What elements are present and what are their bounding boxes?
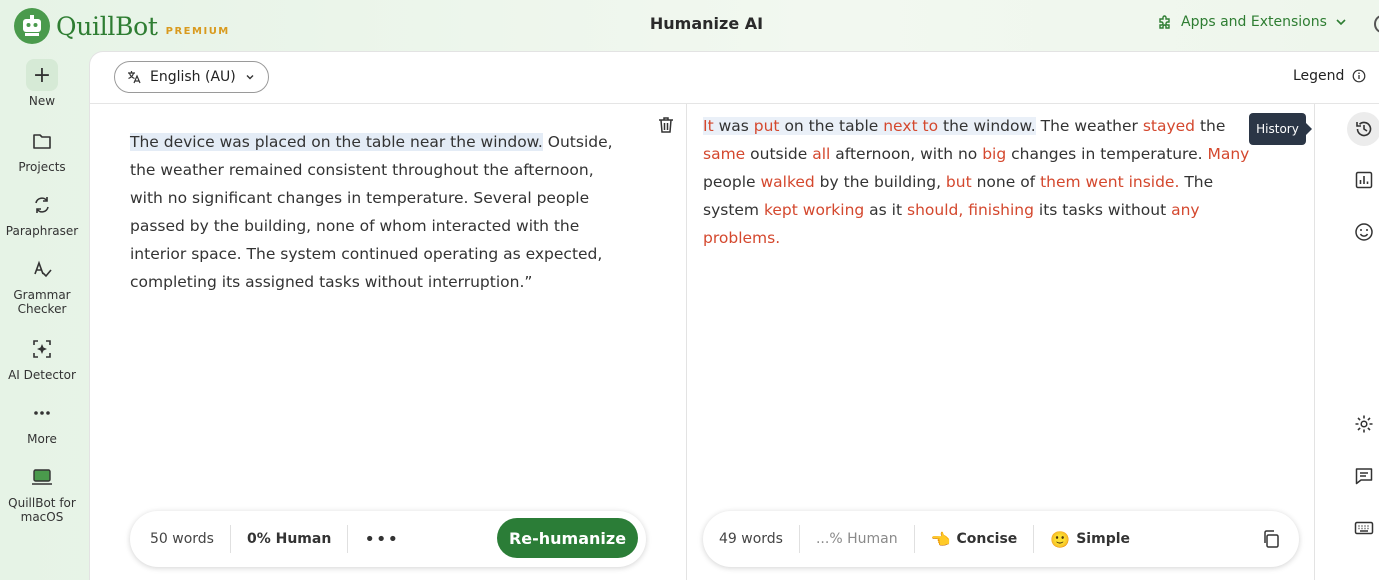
chart-icon	[1355, 171, 1373, 189]
concise-icon: 👈	[930, 529, 951, 549]
sidebar-item-label: QuillBot for macOS	[8, 496, 76, 524]
input-stats-bar: 50 words 0% Human ••• Re-humanize	[130, 511, 646, 567]
chevron-down-icon	[1336, 19, 1346, 26]
chevron-down-icon	[246, 75, 254, 80]
changed-word[interactable]: big	[982, 145, 1006, 163]
sidebar-item-paraphraser[interactable]: Paraphraser	[0, 190, 84, 238]
changed-word[interactable]: should, finishing	[907, 201, 1034, 219]
feedback-button[interactable]	[1347, 459, 1379, 493]
tone-button[interactable]	[1347, 215, 1379, 249]
output-word: the window.	[938, 117, 1036, 135]
output-word-count: 49 words	[719, 531, 783, 547]
output-word: the	[1195, 117, 1226, 135]
feedback-icon	[1355, 468, 1373, 485]
apps-extensions-button[interactable]: Apps and Extensions	[1157, 14, 1355, 30]
apps-extensions-label: Apps and Extensions	[1181, 14, 1327, 30]
trash-icon[interactable]	[656, 115, 676, 135]
settings-button[interactable]	[1347, 407, 1379, 441]
statistics-button[interactable]	[1347, 163, 1379, 197]
rail-divider	[1314, 104, 1315, 580]
language-selector[interactable]: English (AU)	[114, 61, 269, 93]
info-icon	[1353, 69, 1366, 83]
simple-icon: 🙂	[1050, 529, 1071, 549]
changed-word[interactable]: next to	[883, 117, 939, 135]
folder-icon	[33, 134, 51, 149]
history-icon	[1356, 121, 1372, 137]
humanizer-workspace: English (AU) Legend The device was place…	[89, 51, 1379, 580]
changed-word[interactable]: all	[812, 145, 830, 163]
output-human-score: ...% Human	[815, 531, 898, 547]
plus-icon: +	[26, 59, 58, 91]
keyboard-shortcuts-button[interactable]	[1347, 511, 1379, 545]
input-word-count: 50 words	[150, 531, 214, 547]
changed-word[interactable]: stayed	[1143, 117, 1195, 135]
puzzle-icon	[1159, 15, 1170, 29]
output-word: afternoon, with no	[830, 145, 983, 163]
sidebar-item-label: More	[27, 432, 57, 446]
output-word: on the table	[779, 117, 884, 135]
ai-detector-icon	[33, 340, 51, 358]
sidebar-item-label: Paraphraser	[5, 224, 79, 238]
output-text[interactable]: It was put on the table next to the wind…	[703, 112, 1253, 252]
sidebar-item-label: Projects	[18, 160, 66, 174]
language-label: English (AU)	[150, 69, 236, 85]
history-tooltip: History	[1249, 113, 1312, 145]
concise-mode-button[interactable]: 👈 Concise	[915, 530, 1034, 549]
input-text-rest: Outside, the weather remained consistent…	[130, 133, 613, 291]
changed-word[interactable]: kept working	[764, 201, 864, 219]
sidebar-item-ai-detector[interactable]: AI Detector	[0, 334, 84, 382]
input-highlighted-sentence: The device was placed on the table near …	[130, 133, 543, 151]
left-sidebar: + New Projects Paraphraser Grammar Check…	[0, 50, 88, 580]
simple-label: Simple	[1076, 531, 1131, 547]
laptop-icon	[32, 469, 52, 485]
sidebar-item-projects[interactable]: Projects	[0, 126, 84, 174]
output-word: outside	[745, 145, 813, 163]
sidebar-item-more[interactable]: More	[0, 398, 84, 446]
output-word: changes in temperature.	[1006, 145, 1208, 163]
output-stats-bar: 49 words ...% Human 👈 Concise 🙂 Simple	[703, 511, 1299, 567]
top-bar: QuillBot PREMIUM Humanize AI Apps and Ex…	[0, 0, 1379, 50]
output-word: its tasks without	[1033, 201, 1172, 219]
output-word: was	[713, 117, 754, 135]
changed-word[interactable]: but	[946, 173, 972, 191]
settings-icon	[1355, 415, 1373, 433]
changed-word[interactable]: Many	[1207, 145, 1249, 163]
output-word: The weather	[1035, 117, 1143, 135]
legend-label: Legend	[1293, 68, 1345, 84]
concise-label: Concise	[956, 531, 1018, 547]
changed-word[interactable]: It	[703, 117, 714, 135]
translate-icon	[128, 71, 141, 84]
more-options-button[interactable]: •••	[348, 529, 415, 550]
changed-word[interactable]: them went inside.	[1040, 173, 1179, 191]
output-word: as it	[864, 201, 907, 219]
sidebar-item-macos[interactable]: QuillBot for macOS	[0, 462, 84, 524]
copy-icon[interactable]	[1261, 529, 1281, 549]
sidebar-item-label: New	[28, 94, 56, 108]
output-word: people	[703, 173, 761, 191]
re-humanize-button[interactable]: Re-humanize	[497, 518, 638, 558]
history-button[interactable]	[1347, 112, 1379, 146]
language-bar: English (AU) Legend	[90, 52, 1379, 104]
legend-button[interactable]: Legend	[1293, 68, 1366, 84]
sidebar-item-label: Grammar Checker	[13, 288, 71, 316]
output-word: none of	[971, 173, 1041, 191]
keyboard-icon	[1354, 521, 1374, 535]
more-dots-icon	[34, 411, 50, 415]
grammar-icon	[34, 260, 52, 278]
changed-word[interactable]: walked	[760, 173, 814, 191]
smiley-icon	[1355, 223, 1373, 241]
sidebar-item-label: AI Detector	[8, 368, 76, 382]
paraphraser-icon	[35, 197, 49, 213]
changed-word[interactable]: put	[753, 117, 780, 135]
sidebar-item-new[interactable]: + New	[0, 59, 84, 108]
sidebar-item-grammar-checker[interactable]: Grammar Checker	[0, 254, 84, 316]
output-word: by the building,	[814, 173, 946, 191]
input-human-score[interactable]: 0% Human	[231, 531, 347, 547]
simple-mode-button[interactable]: 🙂 Simple	[1034, 530, 1146, 549]
input-textarea[interactable]: The device was placed on the table near …	[130, 128, 630, 296]
panel-divider	[686, 104, 687, 580]
changed-word[interactable]: same	[703, 145, 745, 163]
